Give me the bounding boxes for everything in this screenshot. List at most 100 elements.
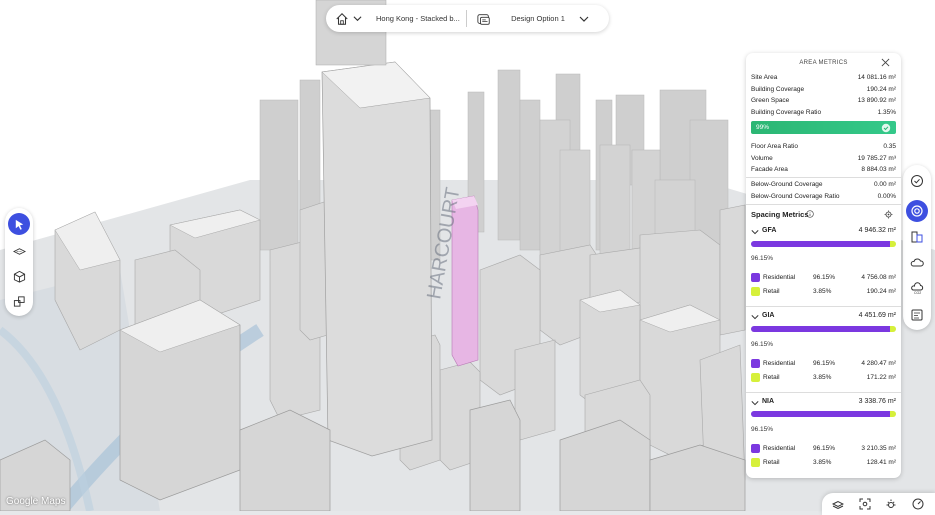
divider [466, 10, 467, 27]
divider [746, 306, 901, 307]
metric-label: Site Area [751, 74, 778, 81]
design-option-select[interactable]: Design Option 1 [506, 14, 570, 23]
metric-row-site-area: Site Area 14 081.16 m² [751, 74, 896, 81]
residential-bar-fill [751, 411, 891, 417]
chevron-down-icon[interactable] [579, 14, 589, 24]
chevron-down-icon[interactable] [751, 313, 759, 321]
metric-value: 0.00% [877, 193, 896, 200]
sun-dial-icon [911, 205, 923, 217]
plane-icon [12, 247, 26, 255]
retail-swatch [751, 458, 760, 467]
select-icon [15, 219, 23, 230]
legend-pct: 96.15% [813, 274, 836, 281]
legend-pct: 3.85% [813, 288, 832, 295]
retail-swatch [751, 287, 760, 296]
chevron-down-icon[interactable] [353, 14, 362, 23]
legend-value: 190.24 m² [866, 288, 896, 295]
select-tool-button[interactable] [8, 213, 30, 235]
massing-icon [911, 231, 923, 243]
metric-value: 0.35 [883, 143, 896, 150]
gia-section-header[interactable]: GIA 4 451.69 m² [751, 312, 896, 319]
info-icon[interactable] [806, 210, 814, 218]
legend-name: Retail [763, 288, 780, 295]
layers-icon[interactable] [832, 498, 844, 510]
retail-swatch [751, 373, 760, 382]
metric-label: Volume [751, 155, 773, 162]
cloud-icon [910, 258, 924, 267]
legend-name: Retail [763, 459, 780, 466]
metric-value: 190.24 m² [866, 86, 896, 93]
check-circle-icon [911, 175, 923, 187]
metric-label: Building Coverage [751, 86, 805, 93]
focus-icon[interactable] [859, 498, 871, 510]
residential-swatch [751, 273, 760, 282]
retail-bar-fill [890, 411, 896, 417]
metric-row-facade-area: Facade Area 8 884.03 m² [751, 166, 896, 173]
check-circle-icon [881, 123, 891, 133]
metric-row-volume: Volume 19 785.27 m³ [751, 155, 896, 162]
metric-row-far: Floor Area Ratio 0.35 [751, 143, 896, 150]
box-tool-button[interactable] [8, 265, 30, 287]
section-total: 4 451.69 m² [858, 312, 896, 319]
compass-icon[interactable] [912, 498, 924, 510]
legend-pct: 3.85% [813, 459, 832, 466]
metric-label: Green Space [751, 97, 790, 104]
retail-bar-fill [890, 241, 896, 247]
report-icon [911, 309, 923, 321]
section-percent: 96.15% [751, 255, 774, 262]
nia-section-header[interactable]: NIA 3 338.76 m² [751, 398, 896, 405]
project-name[interactable]: Hong Kong - Stacked b... [376, 14, 460, 23]
left-toolbar [5, 208, 33, 316]
legend-value: 4 756.08 m² [861, 274, 896, 281]
residential-bar-fill [751, 326, 891, 332]
metric-value: 0.00 m² [873, 181, 896, 188]
residential-swatch [751, 444, 760, 453]
gia-split-bar [751, 326, 896, 332]
metric-label: Facade Area [751, 166, 788, 173]
bottom-toolbar [822, 493, 935, 515]
metric-value: 1.35% [877, 109, 896, 116]
area-metrics-panel: AREA METRICS Site Area 14 081.16 m² Buil… [746, 53, 901, 478]
boxes-icon [13, 295, 25, 307]
top-bar: Hong Kong - Stacked b... Design Option 1 [326, 5, 609, 32]
co2-button[interactable]: CO2 [906, 277, 928, 299]
google-maps-attribution: Google Maps [6, 496, 66, 507]
metric-row-green-space: Green Space 13 890.92 m² [751, 97, 896, 104]
metric-value: 13 890.92 m² [857, 97, 896, 104]
chevron-down-icon[interactable] [751, 228, 759, 236]
validation-button[interactable] [906, 170, 928, 192]
metric-value: 8 884.03 m² [861, 166, 896, 173]
report-button[interactable] [906, 304, 928, 326]
massing-button[interactable] [906, 225, 928, 247]
metric-row-below-ground-coverage: Below-Ground Coverage 0.00 m² [751, 181, 896, 188]
coverage-progress-bar: 99% [751, 121, 896, 134]
section-total: 4 946.32 m² [858, 227, 896, 234]
metric-label: Below-Ground Coverage [751, 181, 823, 188]
close-icon[interactable] [881, 58, 890, 67]
design-option-icon[interactable] [476, 12, 492, 26]
boxes-tool-button[interactable] [8, 290, 30, 312]
weather-button[interactable] [906, 251, 928, 273]
legend-value: 3 210.35 m² [861, 445, 896, 452]
panel-title: AREA METRICS [799, 60, 848, 66]
legend-name: Residential [763, 445, 796, 452]
divider [746, 204, 901, 205]
legend-value: 171.22 m² [866, 374, 896, 381]
metrics-button[interactable] [906, 200, 928, 222]
sun-icon[interactable] [885, 498, 897, 510]
metric-label: Below-Ground Coverage Ratio [751, 193, 840, 200]
residential-swatch [751, 359, 760, 368]
legend-pct: 3.85% [813, 374, 832, 381]
legend-value: 128.41 m² [866, 459, 896, 466]
legend-pct: 96.15% [813, 360, 836, 367]
gear-icon[interactable] [884, 210, 893, 219]
chevron-down-icon[interactable] [751, 399, 759, 407]
plane-tool-button[interactable] [8, 240, 30, 262]
legend-name: Retail [763, 374, 780, 381]
legend-name: Residential [763, 274, 796, 281]
gfa-split-bar [751, 241, 896, 247]
metric-value: 14 081.16 m² [857, 74, 896, 81]
gfa-section-header[interactable]: GFA 4 946.32 m² [751, 227, 896, 234]
metric-row-building-coverage: Building Coverage 190.24 m² [751, 86, 896, 93]
home-icon[interactable] [335, 12, 349, 26]
